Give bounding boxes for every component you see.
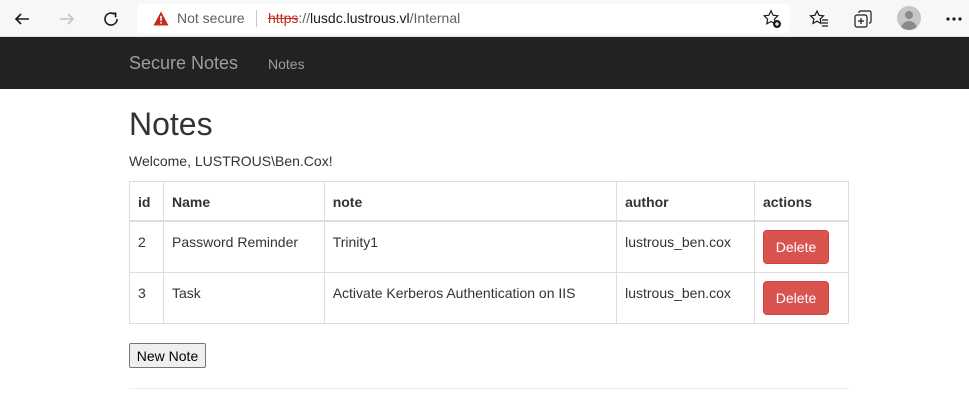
warning-triangle-icon <box>153 11 169 26</box>
cell-note: Trinity1 <box>323 220 618 273</box>
table-header-row: id Name note author actions <box>129 181 849 222</box>
column-header-author: author <box>616 181 756 222</box>
favorites-icon <box>809 9 828 27</box>
refresh-button[interactable] <box>97 5 125 33</box>
url-scheme: https <box>268 10 299 26</box>
url-path: /Internal <box>409 10 461 26</box>
address-separator <box>256 10 257 27</box>
delete-button[interactable]: Delete <box>763 230 830 264</box>
navbar-brand[interactable]: Secure Notes <box>129 53 238 74</box>
column-header-name: Name <box>162 181 325 222</box>
welcome-message: Welcome, LUSTROUS\Ben.Cox! <box>129 153 333 169</box>
back-button[interactable] <box>8 5 36 33</box>
forward-button[interactable] <box>53 5 81 33</box>
url-separator: :// <box>298 10 311 26</box>
more-menu-button[interactable] <box>941 6 967 32</box>
browser-toolbar: Not secure https://lusdc.lustrous.vl/Int… <box>0 0 969 37</box>
address-bar[interactable]: Not secure https://lusdc.lustrous.vl/Int… <box>137 4 790 33</box>
url-text[interactable]: https://lusdc.lustrous.vl/Internal <box>268 10 460 26</box>
cell-author: lustrous_ben.cox <box>616 220 756 273</box>
table-row: 3 Task Activate Kerberos Authentication … <box>129 272 849 324</box>
cell-id: 3 <box>129 272 164 324</box>
nav-link-notes[interactable]: Notes <box>268 56 305 72</box>
column-header-actions: actions <box>754 181 849 222</box>
favorites-button[interactable] <box>806 6 832 32</box>
cell-actions: Delete <box>754 272 849 324</box>
page-title: Notes <box>129 106 213 142</box>
cell-actions: Delete <box>754 220 849 273</box>
more-menu-icon <box>946 17 962 21</box>
url-host: lusdc.lustrous.vl <box>310 10 410 26</box>
forward-arrow-icon <box>60 13 75 25</box>
cell-name: Task <box>162 272 325 324</box>
collections-icon <box>854 10 872 28</box>
add-favorite-icon[interactable] <box>762 9 782 29</box>
delete-button[interactable]: Delete <box>763 281 830 315</box>
security-status[interactable]: Not secure <box>177 10 245 26</box>
notes-table: id Name note author actions 2 Password R… <box>129 181 849 324</box>
cell-note: Activate Kerberos Authentication on IIS <box>323 272 618 324</box>
cell-author: lustrous_ben.cox <box>616 272 756 324</box>
column-header-id: id <box>129 181 164 222</box>
footer-divider <box>129 388 849 389</box>
refresh-icon <box>104 12 118 26</box>
collections-button[interactable] <box>850 6 876 32</box>
avatar-body <box>901 21 917 30</box>
table-row: 2 Password Reminder Trinity1 lustrous_be… <box>129 220 849 273</box>
cell-name: Password Reminder <box>162 220 325 273</box>
site-navbar: Secure Notes Notes <box>0 37 969 89</box>
cell-id: 2 <box>129 220 164 273</box>
column-header-note: note <box>323 181 618 222</box>
profile-avatar-icon[interactable] <box>897 6 921 30</box>
new-note-button[interactable]: New Note <box>129 343 206 368</box>
avatar-head <box>905 11 913 19</box>
back-arrow-icon <box>14 13 29 25</box>
